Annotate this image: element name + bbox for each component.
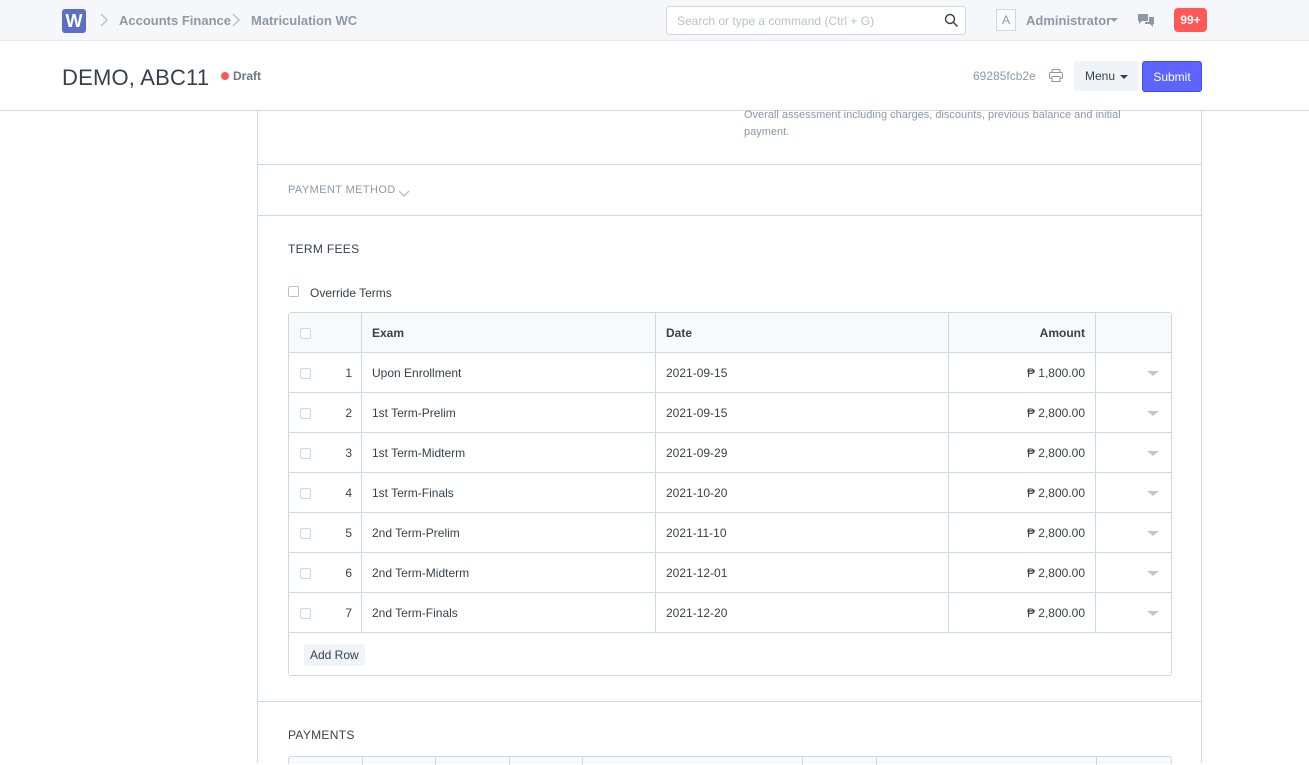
cell-exam: 1st Term-Midterm xyxy=(372,446,466,460)
section-divider xyxy=(258,701,1201,702)
top-navbar: W Accounts Finance Matriculation WC A Ad… xyxy=(0,0,1309,41)
row-index: 3 xyxy=(345,446,352,460)
table-header: Exam Date Amount xyxy=(289,313,1171,353)
notifications-badge[interactable]: 99+ xyxy=(1174,8,1207,32)
cell-exam: 2nd Term-Finals xyxy=(372,606,458,620)
table-row[interactable]: 2 1st Term-Prelim 2021-09-15 ₱ 2,800.00 xyxy=(289,393,1171,433)
document-hash: 69285fcb2e xyxy=(973,69,1036,83)
row-expand-caret-icon[interactable] xyxy=(1147,571,1159,576)
section-payments: PAYMENTS xyxy=(288,728,355,742)
chevron-right-icon xyxy=(231,12,241,28)
cell-exam: 1st Term-Finals xyxy=(372,486,454,500)
row-expand-caret-icon[interactable] xyxy=(1147,451,1159,456)
avatar[interactable]: A xyxy=(996,9,1016,31)
table-row[interactable]: 1 Upon Enrollment 2021-09-15 ₱ 1,800.00 xyxy=(289,353,1171,393)
form-card: Overall assessment including charges, di… xyxy=(257,109,1202,765)
row-checkbox[interactable] xyxy=(300,568,311,579)
row-index: 4 xyxy=(345,486,352,500)
row-expand-caret-icon[interactable] xyxy=(1147,491,1159,496)
row-index: 2 xyxy=(345,406,352,420)
cell-amount: ₱ 1,800.00 xyxy=(1026,366,1085,380)
row-expand-caret-icon[interactable] xyxy=(1147,371,1159,376)
search-box xyxy=(666,6,966,35)
row-checkbox[interactable] xyxy=(300,488,311,499)
cell-date: 2021-12-01 xyxy=(666,566,728,580)
chat-icon[interactable] xyxy=(1137,12,1155,33)
cell-date: 2021-09-15 xyxy=(666,406,728,420)
cell-date: 2021-10-20 xyxy=(666,486,728,500)
column-header-date: Date xyxy=(666,326,693,340)
override-terms-checkbox[interactable] xyxy=(288,286,299,297)
caret-down-icon[interactable] xyxy=(1110,18,1118,22)
cell-exam: 2nd Term-Midterm xyxy=(372,566,470,580)
chevron-down-icon[interactable] xyxy=(398,185,410,203)
cell-amount: ₱ 2,800.00 xyxy=(1026,606,1085,620)
row-expand-caret-icon[interactable] xyxy=(1147,411,1159,416)
row-expand-caret-icon[interactable] xyxy=(1147,611,1159,616)
breadcrumb-accounts-finance[interactable]: Accounts Finance xyxy=(119,13,231,28)
section-divider xyxy=(258,164,1201,165)
cell-exam: 2nd Term-Prelim xyxy=(372,526,460,540)
cell-exam: 1st Term-Prelim xyxy=(372,406,456,420)
section-payment-method[interactable]: PAYMENT METHOD xyxy=(288,184,396,196)
row-index: 7 xyxy=(345,606,352,620)
cell-date: 2021-11-10 xyxy=(666,526,727,540)
column-header-amount: Amount xyxy=(1039,326,1085,340)
search-input[interactable] xyxy=(667,7,927,34)
cell-date: 2021-12-20 xyxy=(666,606,728,620)
column-header-exam: Exam xyxy=(372,326,405,340)
status-badge: Draft xyxy=(233,69,262,83)
page-title: DEMO, ABC11 xyxy=(62,65,210,90)
row-expand-caret-icon[interactable] xyxy=(1147,531,1159,536)
cell-date: 2021-09-29 xyxy=(666,446,728,460)
app-logo[interactable]: W xyxy=(62,9,86,33)
cell-amount: ₱ 2,800.00 xyxy=(1026,446,1085,460)
section-divider xyxy=(258,215,1201,216)
assessment-help-text: Overall assessment including charges, di… xyxy=(744,109,1121,138)
override-terms-label[interactable]: Override Terms xyxy=(310,286,392,300)
row-checkbox[interactable] xyxy=(300,608,311,619)
select-all-checkbox[interactable] xyxy=(300,328,311,339)
table-footer: Add Row xyxy=(289,633,1171,675)
row-checkbox[interactable] xyxy=(300,408,311,419)
cell-date: 2021-09-15 xyxy=(666,366,728,380)
cell-amount: ₱ 2,800.00 xyxy=(1026,566,1085,580)
menu-button[interactable]: Menu xyxy=(1074,61,1139,91)
row-checkbox[interactable] xyxy=(300,528,311,539)
caret-down-icon xyxy=(1120,75,1128,79)
breadcrumb-matriculation-wc[interactable]: Matriculation WC xyxy=(251,13,357,28)
add-row-button[interactable]: Add Row xyxy=(304,644,365,666)
status-indicator-dot xyxy=(221,72,229,80)
section-term-fees: TERM FEES xyxy=(288,242,360,256)
cell-amount: ₱ 2,800.00 xyxy=(1026,406,1085,420)
row-index: 5 xyxy=(345,526,352,540)
chevron-right-icon xyxy=(99,12,109,28)
table-row[interactable]: 6 2nd Term-Midterm 2021-12-01 ₱ 2,800.00 xyxy=(289,553,1171,593)
row-index: 1 xyxy=(345,366,352,380)
table-row[interactable]: 7 2nd Term-Finals 2021-12-20 ₱ 2,800.00 xyxy=(289,593,1171,633)
row-checkbox[interactable] xyxy=(300,448,311,459)
cell-amount: ₱ 2,800.00 xyxy=(1026,526,1085,540)
menu-button-label: Menu xyxy=(1085,69,1116,83)
table-row[interactable]: 4 1st Term-Finals 2021-10-20 ₱ 2,800.00 xyxy=(289,473,1171,513)
row-checkbox[interactable] xyxy=(300,368,311,379)
row-index: 6 xyxy=(345,566,352,580)
page-head: DEMO, ABC11 Draft 69285fcb2e Menu Submit xyxy=(0,41,1309,111)
table-row[interactable]: 3 1st Term-Midterm 2021-09-29 ₱ 2,800.00 xyxy=(289,433,1171,473)
user-menu[interactable]: Administrator xyxy=(1026,13,1111,28)
print-icon[interactable] xyxy=(1049,69,1063,87)
cell-exam: Upon Enrollment xyxy=(372,366,462,380)
cell-amount: ₱ 2,800.00 xyxy=(1026,486,1085,500)
term-fees-table: Exam Date Amount 1 Upon Enrollment 2021-09… xyxy=(288,312,1172,676)
submit-button[interactable]: Submit xyxy=(1142,61,1202,92)
table-row[interactable]: 5 2nd Term-Prelim 2021-11-10 ₱ 2,800.00 xyxy=(289,513,1171,553)
search-icon[interactable] xyxy=(944,13,959,33)
